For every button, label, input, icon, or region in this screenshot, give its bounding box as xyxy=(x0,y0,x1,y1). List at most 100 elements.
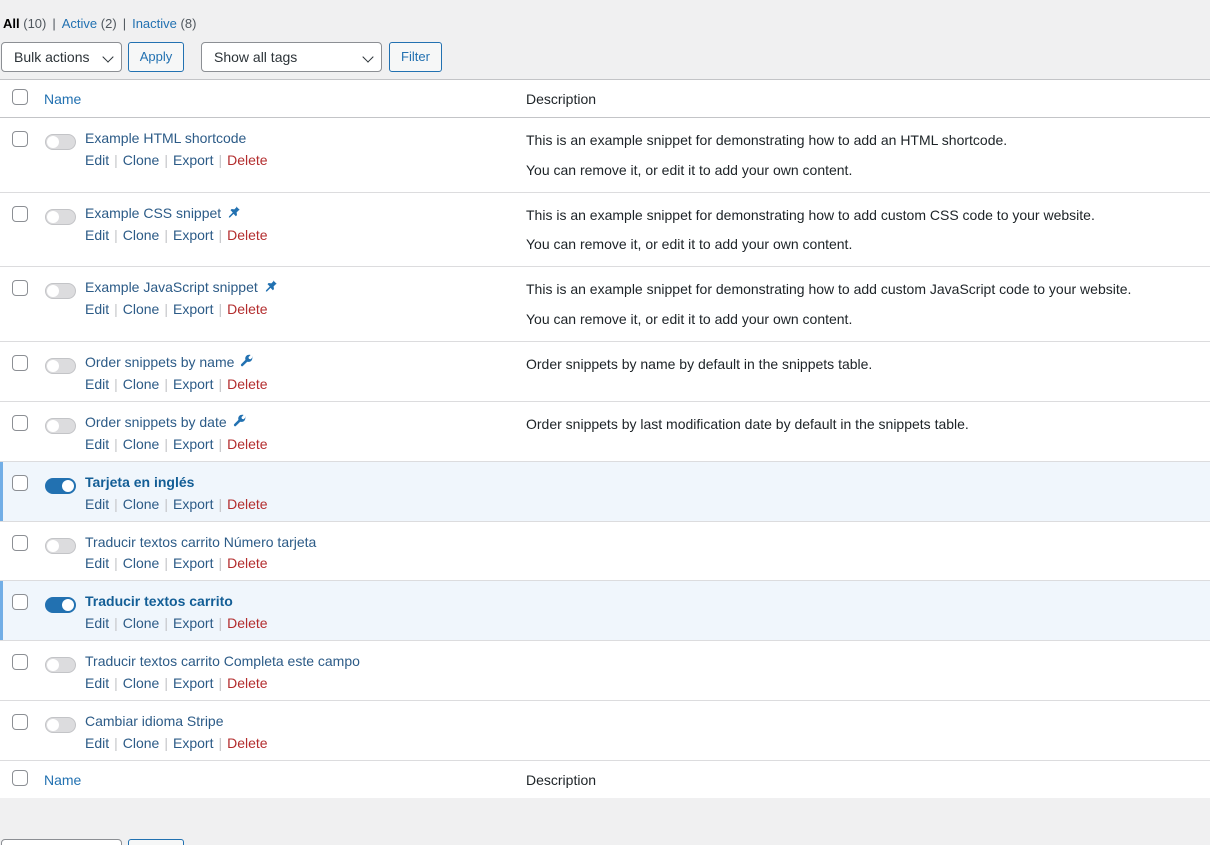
sort-by-name-link[interactable]: Name xyxy=(44,91,81,107)
snippet-description-line: This is an example snippet for demonstra… xyxy=(526,132,1008,148)
filter-active[interactable]: Active (2) xyxy=(62,16,117,31)
export-link[interactable]: Export xyxy=(173,615,213,631)
snippet-title-link[interactable]: Order snippets by name xyxy=(85,354,234,370)
clone-link[interactable]: Clone xyxy=(123,735,160,751)
select-all-checkbox[interactable] xyxy=(12,89,28,105)
delete-link[interactable]: Delete xyxy=(227,555,267,571)
row-checkbox[interactable] xyxy=(12,205,28,222)
row-checkbox[interactable] xyxy=(12,594,28,611)
export-link[interactable]: Export xyxy=(173,675,213,691)
activation-toggle[interactable] xyxy=(45,477,76,494)
edit-link[interactable]: Edit xyxy=(85,555,109,571)
pin-icon xyxy=(264,279,278,296)
clone-link[interactable]: Clone xyxy=(123,675,160,691)
clone-link[interactable]: Clone xyxy=(123,227,160,243)
activation-toggle[interactable] xyxy=(45,417,76,434)
snippet-title-link[interactable]: Example CSS snippet xyxy=(85,205,221,221)
export-link[interactable]: Export xyxy=(173,735,213,751)
delete-link[interactable]: Delete xyxy=(227,615,267,631)
snippet-title-link[interactable]: Example JavaScript snippet xyxy=(85,279,258,295)
export-link[interactable]: Export xyxy=(173,227,213,243)
export-link[interactable]: Export xyxy=(173,152,213,168)
snippet-name-cell: Cambiar idioma Stripe Edit | Clone | Export |… xyxy=(40,700,526,760)
edit-link[interactable]: Edit xyxy=(85,152,109,168)
export-link[interactable]: Export xyxy=(173,376,213,392)
row-checkbox[interactable] xyxy=(12,414,28,431)
delete-link[interactable]: Delete xyxy=(227,227,267,243)
clone-link[interactable]: Clone xyxy=(123,615,160,631)
clone-link[interactable]: Clone xyxy=(123,436,160,452)
row-checkbox[interactable] xyxy=(12,280,28,297)
row-checkbox[interactable] xyxy=(12,474,28,491)
activation-toggle[interactable] xyxy=(45,357,76,374)
clone-link[interactable]: Clone xyxy=(123,496,160,512)
bulk-actions-select[interactable]: Bulk actions xyxy=(1,42,122,72)
edit-link[interactable]: Edit xyxy=(85,227,109,243)
row-actions: Edit | Clone | Export | Delete xyxy=(85,615,526,640)
clone-link[interactable]: Clone xyxy=(123,376,160,392)
select-all-checkbox-footer[interactable] xyxy=(12,770,28,787)
row-actions: Edit | Clone | Export | Delete xyxy=(85,152,526,177)
row-checkbox-cell xyxy=(0,581,40,641)
bulk-actions-select-bottom[interactable] xyxy=(1,839,122,845)
clone-link[interactable]: Clone xyxy=(123,301,160,317)
delete-link[interactable]: Delete xyxy=(227,376,267,392)
edit-link[interactable]: Edit xyxy=(85,615,109,631)
snippet-title-link[interactable]: Order snippets by date xyxy=(85,414,227,430)
activation-toggle[interactable] xyxy=(45,208,76,225)
export-link[interactable]: Export xyxy=(173,436,213,452)
export-link[interactable]: Export xyxy=(173,496,213,512)
delete-link[interactable]: Delete xyxy=(227,735,267,751)
apply-button-bottom[interactable] xyxy=(128,839,184,845)
delete-link[interactable]: Delete xyxy=(227,675,267,691)
edit-link[interactable]: Edit xyxy=(85,301,109,317)
action-separator: | xyxy=(114,375,118,392)
snippet-title-link[interactable]: Traducir textos carrito xyxy=(85,593,233,609)
snippets-table-body: Example HTML shortcode Edit | Clone | Export… xyxy=(0,118,1210,761)
row-checkbox[interactable] xyxy=(12,131,28,147)
snippet-description-cell: This is an example snippet for demonstra… xyxy=(526,118,1210,193)
activation-toggle[interactable] xyxy=(45,134,76,150)
edit-link[interactable]: Edit xyxy=(85,675,109,691)
snippet-title-link[interactable]: Traducir textos carrito Completa este ca… xyxy=(85,653,360,669)
select-all-cell-footer xyxy=(0,760,40,798)
activation-toggle[interactable] xyxy=(45,283,76,300)
filter-button[interactable]: Filter xyxy=(389,42,442,72)
snippet-title-link[interactable]: Traducir textos carrito Número tarjeta xyxy=(85,534,316,550)
activation-toggle[interactable] xyxy=(45,716,76,733)
tags-select[interactable]: Show all tags xyxy=(201,42,382,72)
snippet-title-link[interactable]: Example HTML shortcode xyxy=(85,130,246,146)
row-checkbox[interactable] xyxy=(12,354,28,371)
clone-link[interactable]: Clone xyxy=(123,152,160,168)
row-checkbox-cell xyxy=(0,118,40,193)
delete-link[interactable]: Delete xyxy=(227,301,267,317)
row-checkbox[interactable] xyxy=(12,713,28,730)
filter-inactive[interactable]: Inactive (8) xyxy=(132,16,196,31)
apply-button[interactable]: Apply xyxy=(128,42,184,72)
snippet-description-cell xyxy=(526,581,1210,641)
delete-link[interactable]: Delete xyxy=(227,152,267,168)
activation-toggle[interactable] xyxy=(45,657,76,674)
row-checkbox-cell xyxy=(0,641,40,701)
delete-link[interactable]: Delete xyxy=(227,496,267,512)
snippet-title-link[interactable]: Tarjeta en inglés xyxy=(85,474,194,490)
row-actions: Edit | Clone | Export | Delete xyxy=(85,735,526,760)
pin-icon xyxy=(227,205,241,222)
edit-link[interactable]: Edit xyxy=(85,376,109,392)
table-nav-top: Bulk actions Apply Show all tags Filter xyxy=(0,42,1210,72)
row-checkbox[interactable] xyxy=(12,654,28,671)
edit-link[interactable]: Edit xyxy=(85,735,109,751)
toggle-knob xyxy=(47,539,59,552)
export-link[interactable]: Export xyxy=(173,555,213,571)
edit-link[interactable]: Edit xyxy=(85,496,109,512)
filter-all[interactable]: All (10) xyxy=(3,16,46,31)
clone-link[interactable]: Clone xyxy=(123,555,160,571)
delete-link[interactable]: Delete xyxy=(227,436,267,452)
sort-by-name-link-footer[interactable]: Name xyxy=(44,772,81,788)
export-link[interactable]: Export xyxy=(173,301,213,317)
activation-toggle[interactable] xyxy=(45,537,76,554)
row-checkbox[interactable] xyxy=(12,534,28,551)
snippet-title-link[interactable]: Cambiar idioma Stripe xyxy=(85,713,224,729)
activation-toggle[interactable] xyxy=(45,597,76,614)
edit-link[interactable]: Edit xyxy=(85,436,109,452)
